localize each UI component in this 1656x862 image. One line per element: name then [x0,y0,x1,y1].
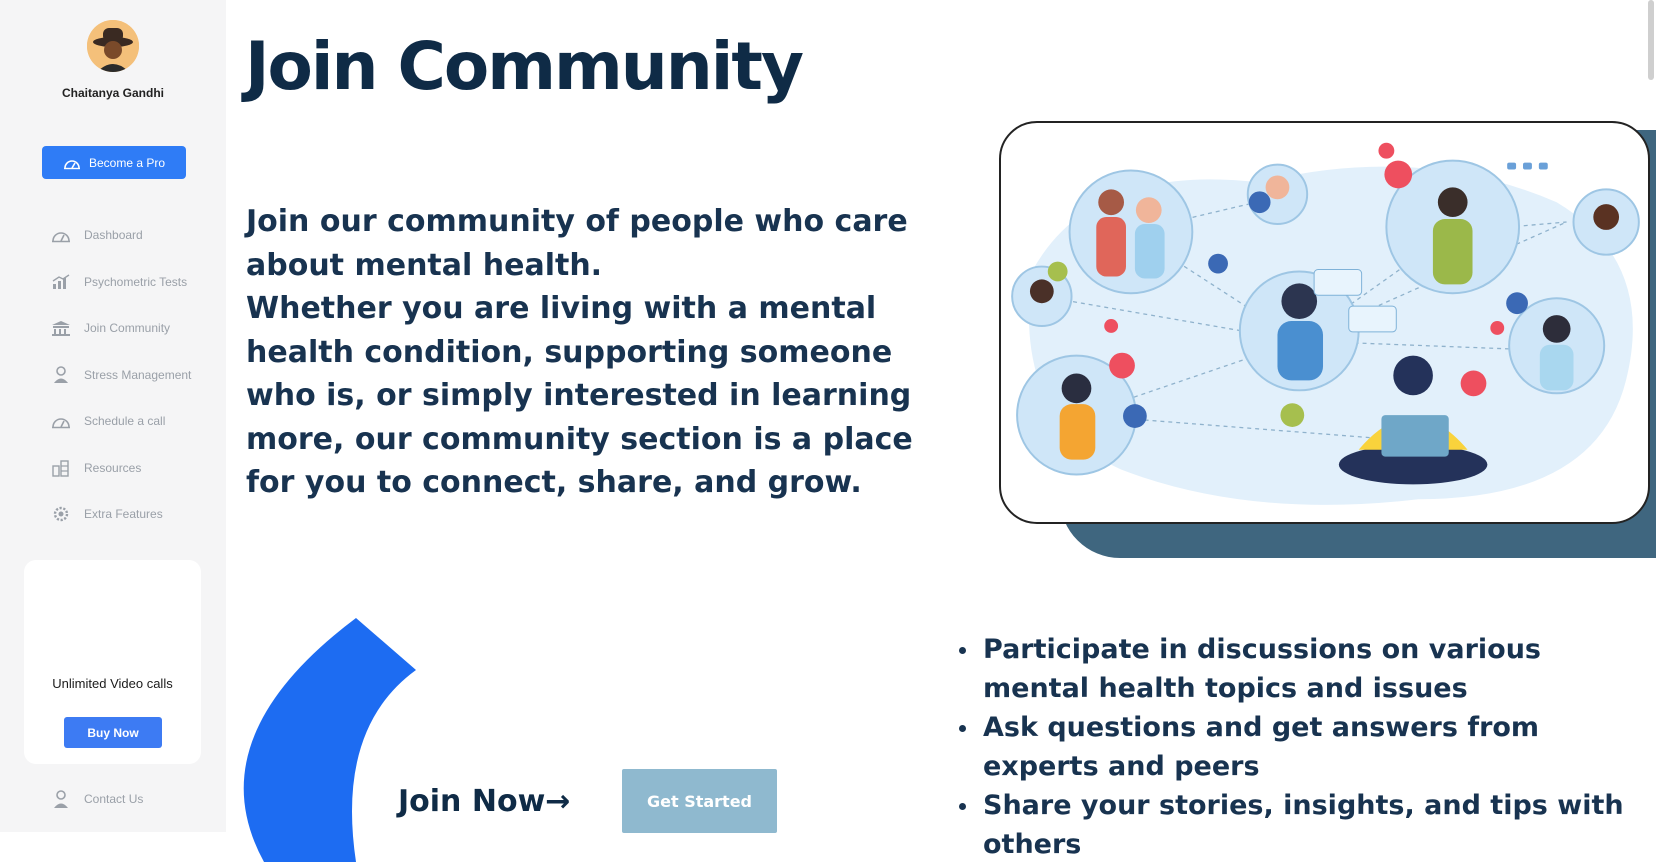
promo-title: Unlimited Video calls [52,676,173,691]
sidebar-item-join-community[interactable]: Join Community [50,305,226,352]
sidebar-nav: Dashboard Psychometric Tests Join Commun… [50,212,226,538]
building-icon [52,321,70,337]
list-item: Participate in discussions on various me… [955,630,1625,708]
sidebar-item-psychometric-tests[interactable]: Psychometric Tests [50,259,226,306]
get-started-button[interactable]: Get Started [622,769,777,833]
gauge-icon [63,159,80,169]
feature-list: Participate in discussions on various me… [955,630,1625,862]
user-name: Chaitanya Gandhi [61,86,165,100]
page-title: Join Community [245,28,804,105]
chart-icon [52,274,70,289]
grid-icon [52,460,69,477]
community-illustration [999,121,1650,524]
sidebar-item-label: Stress Management [84,367,192,382]
intro-paragraph-1: Join our community of people who care ab… [246,204,908,283]
sidebar-item-label: Contact Us [84,792,144,806]
sidebar-item-label: Resources [84,460,142,475]
community-network-illustration [1011,142,1640,505]
sidebar-item-schedule-call[interactable]: Schedule a call [50,398,226,445]
scrollbar[interactable] [1648,0,1654,80]
sidebar-item-dashboard[interactable]: Dashboard [50,212,226,259]
become-pro-button[interactable]: Become a Pro [42,146,186,179]
sidebar: Chaitanya Gandhi Become a Pro Dashboard [0,0,226,832]
sidebar-item-label: Schedule a call [84,414,166,429]
gauge-icon [52,418,70,429]
gear-icon [53,507,69,522]
decorative-arc [243,618,416,862]
join-now-link[interactable]: Join Now→ [398,784,570,819]
sidebar-item-label: Extra Features [84,507,163,522]
user-avatar[interactable] [87,20,139,72]
intro-text: Join our community of people who care ab… [246,200,966,505]
list-item: Share your stories, insights, and tips w… [955,786,1625,862]
intro-paragraph-2: Whether you are living with a mental hea… [246,291,913,500]
promo-card: Unlimited Video calls Buy Now [24,560,201,764]
sidebar-item-extra-features[interactable]: Extra Features [50,491,226,538]
become-pro-label: Become a Pro [88,155,166,170]
person-icon [54,790,68,808]
list-item: Ask questions and get answers from exper… [955,708,1625,786]
sidebar-item-contact-us[interactable]: Contact Us [50,789,143,809]
sidebar-item-label: Dashboard [84,228,143,243]
sidebar-item-label: Psychometric Tests [84,274,188,289]
avatar-icon [87,20,139,72]
sidebar-item-resources[interactable]: Resources [50,445,226,492]
gauge-icon [52,232,70,243]
person-icon [54,365,68,383]
buy-now-button[interactable]: Buy Now [64,717,162,748]
sidebar-item-stress-management[interactable]: Stress Management [50,352,226,399]
sidebar-item-label: Join Community [84,321,171,336]
